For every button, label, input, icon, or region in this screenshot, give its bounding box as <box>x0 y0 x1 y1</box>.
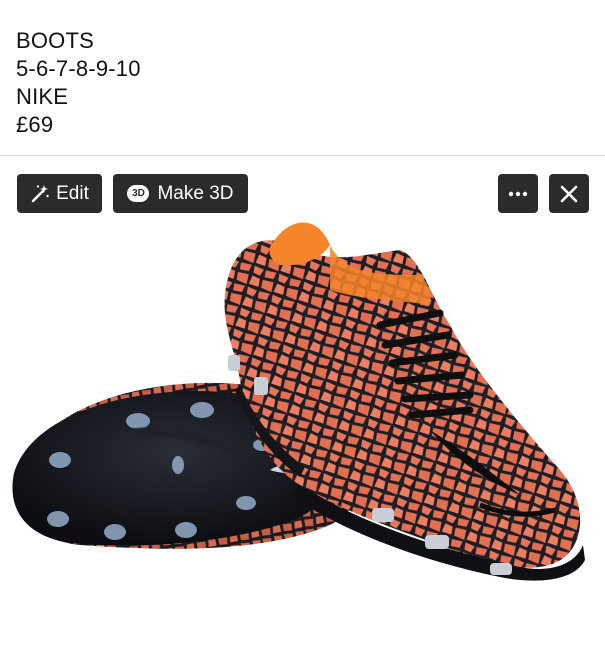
make-3d-label: Make 3D <box>157 182 234 204</box>
more-options-button[interactable] <box>498 174 538 213</box>
close-button[interactable] <box>549 174 589 213</box>
post-line-sizes: 5-6-7-8-9-10 <box>16 56 141 81</box>
post-line-price: £69 <box>16 112 54 137</box>
edit-label: Edit <box>56 182 89 204</box>
divider <box>0 155 605 156</box>
post-line-title: BOOTS <box>16 28 95 53</box>
close-icon <box>560 185 578 203</box>
photo-viewer[interactable]: Edit 3D Make 3D <box>0 174 605 640</box>
post-line-brand: NIKE <box>16 84 69 109</box>
magic-wand-icon <box>30 184 50 204</box>
boots-photo <box>12 222 585 581</box>
edit-button[interactable]: Edit <box>17 174 102 213</box>
3d-icon: 3D <box>127 185 150 202</box>
post-text: BOOTS 5-6-7-8-9-10 NIKE £69 <box>16 27 141 139</box>
ellipsis-icon <box>508 191 528 197</box>
make-3d-button[interactable]: 3D Make 3D <box>113 174 248 213</box>
